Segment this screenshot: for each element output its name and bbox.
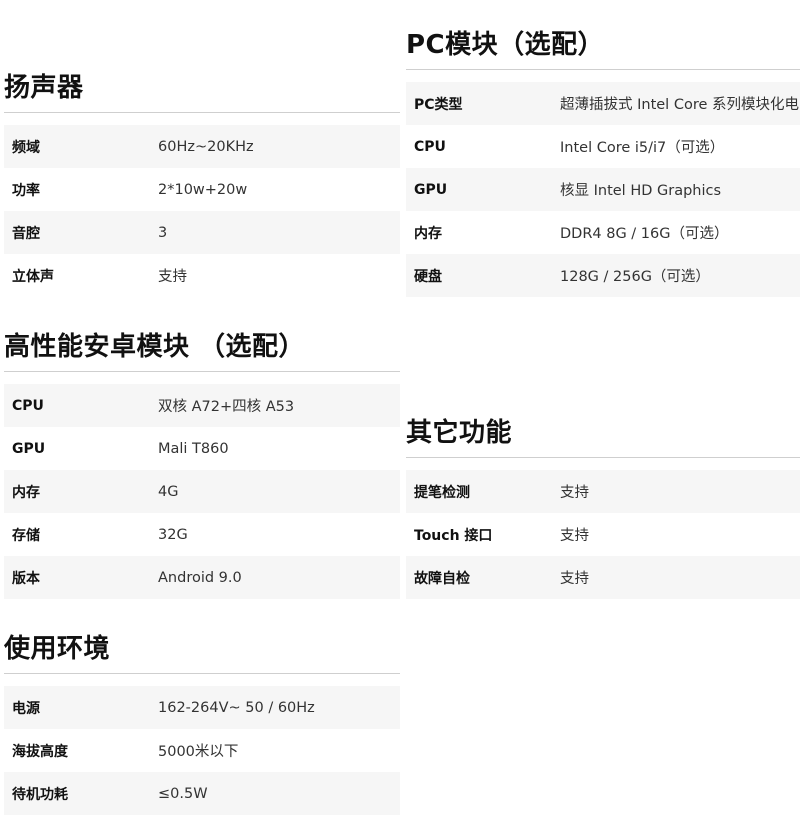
table-row: 故障自检 支持	[406, 556, 800, 599]
pc-section-title: PC模块（选配）	[406, 30, 605, 60]
spec-label: PC类型	[414, 96, 463, 113]
table-row: 内存 4G	[4, 470, 400, 513]
spec-label: 音腔	[12, 225, 40, 242]
table-row: 版本 Android 9.0	[4, 556, 400, 599]
table-row: CPU 双核 A72+四核 A53	[4, 384, 400, 427]
spec-label: 版本	[12, 570, 40, 587]
spec-label: 待机功耗	[12, 786, 68, 803]
table-row: 海拔高度 5000米以下	[4, 729, 400, 772]
spec-value: DDR4 8G / 16G（可选）	[560, 226, 729, 242]
table-row: 音腔 3	[4, 211, 400, 254]
table-row: PC类型 超薄插拔式 Intel Core 系列模块化电	[406, 82, 800, 125]
speaker-spec-table: 频域 60Hz~20KHz 功率 2*10w+20w 音腔 3 立体声 支持	[4, 125, 400, 297]
spec-label: 故障自检	[414, 570, 470, 587]
spec-value: 双核 A72+四核 A53	[158, 399, 295, 415]
spec-value: 4G	[158, 483, 179, 500]
spec-label: CPU	[12, 397, 44, 414]
section-divider	[406, 69, 800, 70]
spec-value: 2*10w+20w	[158, 181, 248, 198]
spec-value: 支持	[560, 571, 589, 587]
pc-section: PC模块（选配） PC类型 超薄插拔式 Intel Core 系列模块化电 CP…	[406, 25, 800, 297]
table-row: 提笔检测 支持	[406, 470, 800, 513]
spec-label: 内存	[414, 225, 442, 242]
spec-label: GPU	[414, 181, 448, 198]
spec-value: 支持	[560, 485, 589, 501]
spec-value: 60Hz~20KHz	[158, 138, 254, 155]
spec-label: Touch 接口	[414, 527, 493, 544]
spec-value: 32G	[158, 526, 188, 543]
spec-label: 存储	[12, 527, 40, 544]
section-divider	[4, 371, 400, 372]
spec-label: 电源	[12, 700, 40, 717]
spec-value: Intel Core i5/i7（可选）	[560, 140, 725, 156]
other-functions-spec-table: 提笔检测 支持 Touch 接口 支持 故障自检 支持	[406, 470, 800, 599]
environment-section: 使用环境 电源 162-264V~ 50 / 60Hz 海拔高度 5000米以下…	[4, 629, 400, 815]
table-row: Touch 接口 支持	[406, 513, 800, 556]
table-row: CPU Intel Core i5/i7（可选）	[406, 125, 800, 168]
spec-value: 5000米以下	[158, 744, 239, 760]
table-row: 立体声 支持	[4, 254, 400, 297]
pc-spec-table: PC类型 超薄插拔式 Intel Core 系列模块化电 CPU Intel C…	[406, 82, 800, 297]
spec-label: 硬盘	[414, 268, 442, 285]
section-divider	[4, 112, 400, 113]
spec-label: 功率	[12, 182, 40, 199]
environment-spec-table: 电源 162-264V~ 50 / 60Hz 海拔高度 5000米以下 待机功耗…	[4, 686, 400, 815]
spec-value: 支持	[560, 528, 589, 544]
speaker-section: 扬声器 频域 60Hz~20KHz 功率 2*10w+20w 音腔 3 立体声 …	[4, 68, 400, 297]
android-section-title: 高性能安卓模块 （选配）	[4, 332, 306, 362]
table-row: GPU Mali T860	[4, 427, 400, 470]
speaker-section-title: 扬声器	[4, 73, 84, 103]
environment-section-title: 使用环境	[4, 634, 111, 664]
table-row: 电源 162-264V~ 50 / 60Hz	[4, 686, 400, 729]
table-row: 内存 DDR4 8G / 16G（可选）	[406, 211, 800, 254]
spec-label: 内存	[12, 484, 40, 501]
spec-label: 海拔高度	[12, 743, 68, 760]
table-row: 存储 32G	[4, 513, 400, 556]
spec-label: 立体声	[12, 268, 54, 285]
table-row: 功率 2*10w+20w	[4, 168, 400, 211]
spec-value: ≤0.5W	[158, 785, 208, 802]
spec-value: Android 9.0	[158, 569, 242, 586]
table-row: 频域 60Hz~20KHz	[4, 125, 400, 168]
section-divider	[406, 457, 800, 458]
spec-value: 3	[158, 224, 168, 241]
table-row: 硬盘 128G / 256G（可选）	[406, 254, 800, 297]
spec-label: GPU	[12, 440, 46, 457]
android-spec-table: CPU 双核 A72+四核 A53 GPU Mali T860 内存 4G 存储…	[4, 384, 400, 599]
section-divider	[4, 673, 400, 674]
spec-label: CPU	[414, 138, 446, 155]
table-row: 待机功耗 ≤0.5W	[4, 772, 400, 815]
android-section: 高性能安卓模块 （选配） CPU 双核 A72+四核 A53 GPU Mali …	[4, 327, 400, 599]
other-functions-section-title: 其它功能	[406, 418, 513, 448]
spec-value: 核显 Intel HD Graphics	[560, 183, 722, 199]
spec-value: 128G / 256G（可选）	[560, 269, 710, 285]
other-functions-section: 其它功能 提笔检测 支持 Touch 接口 支持 故障自检 支持	[406, 413, 800, 599]
table-row: GPU 核显 Intel HD Graphics	[406, 168, 800, 211]
spec-value: 超薄插拔式 Intel Core 系列模块化电	[560, 97, 799, 113]
spec-label: 提笔检测	[414, 484, 470, 501]
spec-value: Mali T860	[158, 440, 229, 457]
spec-value: 162-264V~ 50 / 60Hz	[158, 699, 315, 716]
spec-value: 支持	[158, 269, 187, 285]
spec-label: 频域	[12, 139, 40, 156]
